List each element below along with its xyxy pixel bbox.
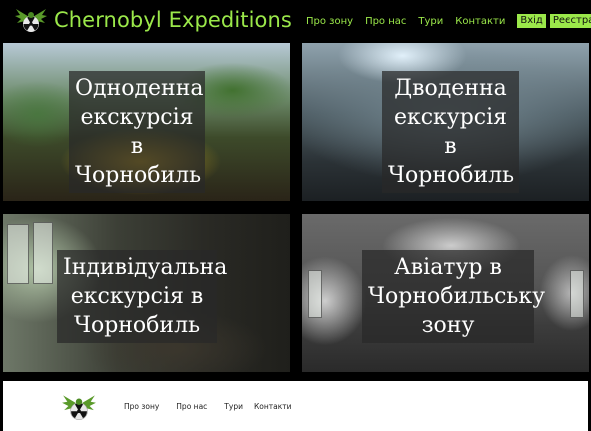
- footer-link-contacts[interactable]: Контакти: [254, 402, 292, 411]
- radiation-bat-logo-icon[interactable]: [14, 6, 48, 34]
- radiation-bat-logo-icon[interactable]: [61, 392, 97, 422]
- footer-link-about-zone[interactable]: Про зону: [124, 402, 159, 411]
- site-header: Chernobyl Expeditions Про зону Про нас Т…: [0, 0, 591, 43]
- nav-link-about-zone[interactable]: Про зону: [306, 16, 353, 27]
- tour-caption-aviatour[interactable]: Авіатур в Чорнобильську зону: [362, 250, 545, 343]
- nav-link-contacts[interactable]: Контакти: [455, 16, 505, 27]
- window-shape: [570, 270, 584, 318]
- site-title[interactable]: Chernobyl Expeditions: [54, 6, 292, 34]
- window-shape: [33, 222, 53, 284]
- tour-tile-aviatour[interactable]: Авіатур в Чорнобильську зону: [302, 214, 589, 372]
- login-button[interactable]: Вхід: [517, 14, 546, 28]
- tour-tile-two-day[interactable]: Дводенна екскурсія в Чорнобиль: [302, 43, 589, 201]
- tour-tile-individual[interactable]: Індивідуальна екскурсія в Чорнобиль: [3, 214, 290, 372]
- brand[interactable]: Chernobyl Expeditions: [14, 6, 292, 34]
- footer-nav: Про зону Про нас Тури Контакти: [124, 402, 309, 411]
- tour-caption-individual[interactable]: Індивідуальна екскурсія в Чорнобиль: [57, 250, 227, 343]
- main-nav: Про зону Про нас Тури Контакти Вхід Реєс…: [306, 14, 591, 28]
- nav-link-tours[interactable]: Тури: [418, 16, 443, 27]
- footer-link-tours[interactable]: Тури: [224, 402, 243, 411]
- register-button[interactable]: Реєстрація: [549, 14, 591, 28]
- site-footer: Про зону Про нас Тури Контакти: [3, 381, 588, 431]
- footer-link-about-us[interactable]: Про нас: [176, 402, 207, 411]
- window-shape: [308, 270, 322, 318]
- nav-link-about-us[interactable]: Про нас: [365, 16, 406, 27]
- tour-tile-one-day[interactable]: Одноденна екскурсія в Чорнобиль: [3, 43, 290, 201]
- window-shape: [7, 224, 29, 284]
- tour-caption-one-day[interactable]: Одноденна екскурсія в Чорнобиль: [69, 71, 205, 193]
- tour-caption-two-day[interactable]: Дводенна екскурсія в Чорнобиль: [382, 71, 519, 193]
